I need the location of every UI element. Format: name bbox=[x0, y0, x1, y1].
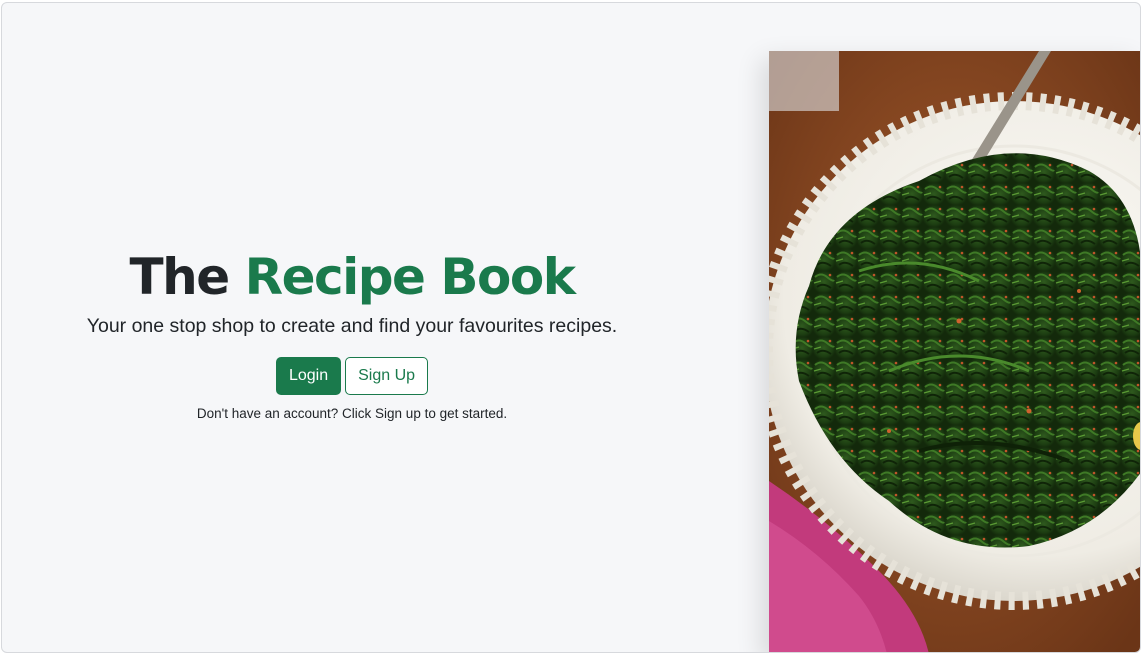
title-prefix: The bbox=[129, 248, 231, 306]
hero-section: The Recipe Book Your one stop shop to cr… bbox=[2, 3, 702, 652]
login-button[interactable]: Login bbox=[275, 357, 342, 395]
tagline: Your one stop shop to create and find yo… bbox=[86, 315, 618, 337]
title-accent: Recipe Book bbox=[244, 248, 576, 306]
food-photo bbox=[769, 51, 1140, 652]
auth-actions: Login Sign Up bbox=[275, 357, 429, 395]
app-window: The Recipe Book Your one stop shop to cr… bbox=[1, 2, 1141, 653]
signup-hint: Don't have an account? Click Sign up to … bbox=[196, 406, 508, 421]
signup-button[interactable]: Sign Up bbox=[345, 357, 429, 395]
page-title: The Recipe Book bbox=[129, 247, 576, 307]
